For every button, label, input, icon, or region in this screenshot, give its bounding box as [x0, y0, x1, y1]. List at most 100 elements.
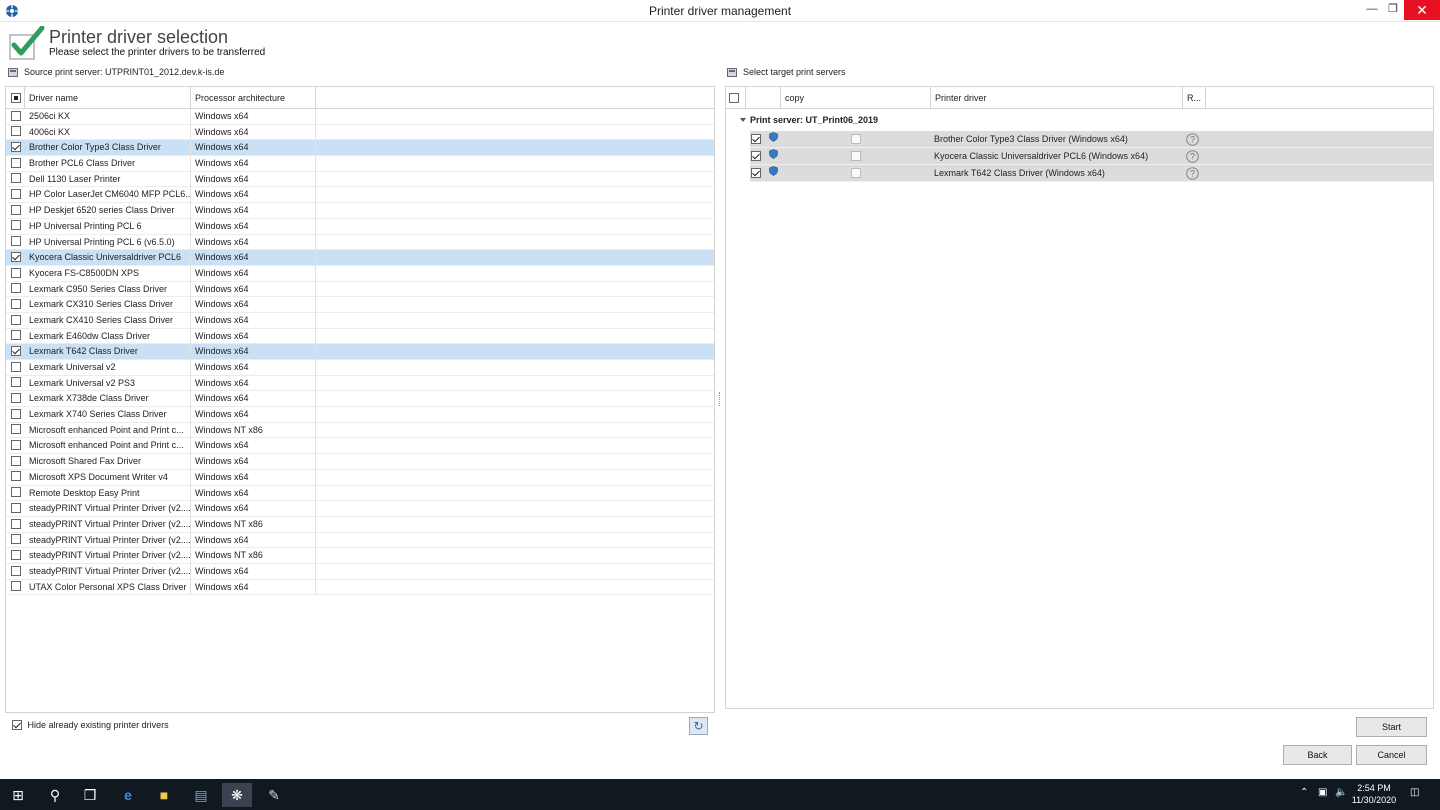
column-r[interactable]: R... [1183, 87, 1206, 109]
column-processor-architecture[interactable]: Processor architecture [191, 87, 316, 109]
table-row[interactable]: HP Color LaserJet CM6040 MFP PCL6... Wind… [6, 187, 714, 204]
select-all-checkbox-cell[interactable] [6, 87, 25, 109]
table-row[interactable]: steadyPRINT Virtual Printer Driver (v2..… [6, 563, 714, 580]
row-checkbox-cell[interactable] [6, 438, 25, 454]
row-checkbox-cell[interactable] [6, 564, 25, 580]
table-row[interactable]: Microsoft enhanced Point and Print c... W… [6, 438, 714, 455]
table-row[interactable]: Lexmark CX310 Series Class Driver Windows… [6, 297, 714, 313]
column-printer-driver[interactable]: Printer driver [931, 87, 1183, 109]
target-driver-row[interactable]: Lexmark T642 Class Driver (Windows x64)? [750, 165, 1433, 182]
row-checkbox-cell[interactable] [6, 172, 25, 188]
copy-checkbox-cell[interactable] [851, 148, 861, 165]
notifications-icon[interactable]: ◫ [1410, 787, 1419, 810]
row-checkbox-cell[interactable] [6, 266, 25, 282]
row-checkbox-cell[interactable] [6, 297, 25, 313]
table-row[interactable]: 4006ci KX Windows x64 [6, 124, 714, 141]
table-row[interactable]: Brother Color Type3 Class Driver Windows … [6, 140, 714, 157]
table-row[interactable]: Remote Desktop Easy Print Windows x64 [6, 485, 714, 502]
copy-checkbox-cell[interactable] [851, 165, 861, 182]
search-icon[interactable]: ⚲ [40, 783, 70, 807]
row-checkbox-cell[interactable] [6, 454, 25, 470]
table-row[interactable]: Microsoft enhanced Point and Print c... W… [6, 422, 714, 439]
row-checkbox-cell[interactable] [6, 360, 25, 376]
row-checkbox-cell[interactable] [6, 140, 25, 156]
table-row[interactable]: steadyPRINT Virtual Printer Driver (v2..… [6, 548, 714, 564]
row-checkbox-cell[interactable] [6, 501, 25, 517]
select-all-targets-cell[interactable] [726, 87, 746, 109]
row-checkbox[interactable] [11, 502, 21, 513]
row-checkbox[interactable] [11, 455, 21, 466]
print-server-group[interactable]: Print server: UT_Print06_2019 [726, 109, 1433, 131]
row-checkbox-cell[interactable] [6, 235, 25, 251]
cancel-button[interactable]: Cancel [1356, 745, 1427, 765]
row-checkbox-cell[interactable] [6, 548, 25, 564]
server-manager-icon[interactable]: ▤ [186, 783, 216, 807]
back-button[interactable]: Back [1283, 745, 1352, 765]
column-driver-name[interactable]: Driver name [25, 87, 191, 109]
target-row-checkbox-cell[interactable] [751, 165, 761, 182]
target-row-checkbox[interactable] [751, 133, 761, 144]
row-checkbox[interactable] [11, 408, 21, 419]
row-checkbox[interactable] [11, 565, 21, 576]
column-copy[interactable]: copy [781, 87, 931, 109]
table-row[interactable]: HP Universal Printing PCL 6 (v6.5.0) Wind… [6, 234, 714, 251]
windows-start-icon[interactable]: ⊞ [3, 783, 33, 807]
table-row[interactable]: Kyocera Classic Universaldriver PCL6 Wind… [6, 250, 714, 266]
panel-splitter[interactable] [719, 392, 721, 406]
row-checkbox[interactable] [11, 220, 21, 231]
row-checkbox[interactable] [11, 518, 21, 529]
row-checkbox[interactable] [11, 393, 21, 403]
row-checkbox-cell[interactable] [6, 282, 25, 298]
row-checkbox-cell[interactable] [6, 407, 25, 423]
row-checkbox[interactable] [11, 204, 21, 215]
system-clock[interactable]: 2:54 PM 11/30/2020 [1349, 782, 1399, 806]
table-row[interactable]: Lexmark Universal v2 Windows x64 [6, 360, 714, 376]
copy-checkbox[interactable] [851, 133, 861, 144]
target-driver-row[interactable]: Kyocera Classic Universaldriver PCL6 (Wi… [750, 148, 1433, 165]
table-row[interactable]: Lexmark Universal v2 PS3 Windows x64 [6, 375, 714, 392]
task-view-icon[interactable]: ❒ [75, 783, 105, 807]
file-explorer-icon[interactable]: ■ [149, 783, 179, 807]
table-row[interactable]: Brother PCL6 Class Driver Windows x64 [6, 156, 714, 172]
row-checkbox-cell[interactable] [6, 517, 25, 533]
row-checkbox-cell[interactable] [6, 156, 25, 172]
row-checkbox[interactable] [11, 110, 21, 121]
help-icon[interactable]: ? [1186, 148, 1199, 165]
row-checkbox[interactable] [11, 440, 21, 451]
row-checkbox[interactable] [11, 345, 21, 356]
table-row[interactable]: Lexmark C950 Series Class Driver Windows … [6, 281, 714, 298]
row-checkbox-cell[interactable] [6, 376, 25, 392]
paint-app-icon[interactable]: ✎ [259, 783, 289, 807]
table-row[interactable]: Lexmark E460dw Class Driver Windows x64 [6, 328, 714, 345]
row-checkbox-cell[interactable] [6, 391, 25, 407]
table-row[interactable]: UTAX Color Personal XPS Class Driver Wind… [6, 579, 714, 596]
row-checkbox[interactable] [11, 142, 21, 152]
row-checkbox[interactable] [11, 283, 21, 294]
row-checkbox[interactable] [11, 236, 21, 247]
help-icon[interactable]: ? [1186, 131, 1199, 148]
row-checkbox[interactable] [11, 267, 21, 278]
help-icon[interactable]: ? [1186, 165, 1199, 182]
target-driver-row[interactable]: Brother Color Type3 Class Driver (Window… [750, 131, 1433, 148]
edge-browser-icon[interactable]: e [113, 783, 143, 807]
volume-muted-icon[interactable]: 🔈 [1335, 787, 1347, 810]
row-checkbox[interactable] [11, 424, 21, 435]
row-checkbox[interactable] [11, 330, 21, 341]
table-row[interactable]: 2506ci KX Windows x64 [6, 109, 714, 125]
row-checkbox[interactable] [11, 581, 21, 592]
row-checkbox[interactable] [11, 189, 21, 200]
table-row[interactable]: Microsoft Shared Fax Driver Windows x64 [6, 454, 714, 470]
row-checkbox-cell[interactable] [6, 486, 25, 502]
row-checkbox[interactable] [11, 487, 21, 498]
row-checkbox-cell[interactable] [6, 250, 25, 266]
table-row[interactable]: Lexmark CX410 Series Class Driver Windows… [6, 312, 714, 329]
target-row-checkbox[interactable] [751, 150, 761, 161]
row-checkbox[interactable] [11, 298, 21, 309]
row-checkbox-cell[interactable] [6, 187, 25, 203]
row-checkbox[interactable] [11, 157, 21, 168]
row-checkbox[interactable] [11, 314, 21, 325]
copy-checkbox[interactable] [851, 167, 861, 178]
close-button[interactable]: ✕ [1404, 0, 1440, 20]
table-row[interactable]: Lexmark X740 Series Class Driver Windows … [6, 407, 714, 423]
table-row[interactable]: Lexmark T642 Class Driver Windows x64 [6, 344, 714, 360]
